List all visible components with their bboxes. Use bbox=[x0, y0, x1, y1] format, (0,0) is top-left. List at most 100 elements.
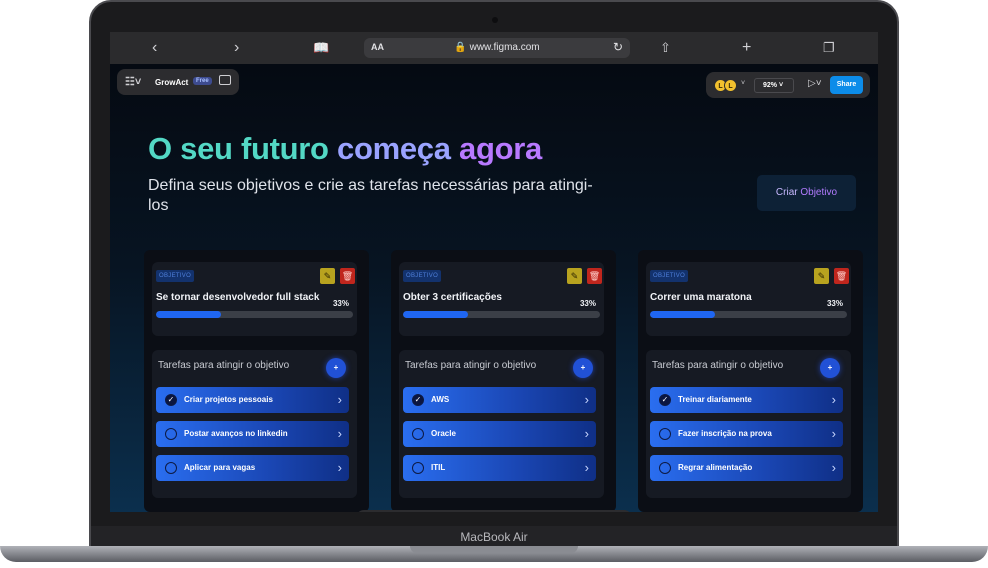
hero-title: O seu futuro começa agora bbox=[148, 131, 542, 167]
progress-bar bbox=[403, 311, 600, 318]
edit-icon[interactable]: ✎ bbox=[320, 268, 335, 284]
empty-circle-icon[interactable] bbox=[165, 428, 177, 440]
panel-toggle-icon[interactable] bbox=[219, 75, 231, 85]
task-item[interactable]: Postar avanços no linkedin › bbox=[156, 421, 349, 447]
objective-summary: OBJETIVO ✎ 🗑 Se tornar desenvolvedor ful… bbox=[152, 262, 357, 336]
device-label: MacBook Air bbox=[91, 526, 897, 548]
task-item[interactable]: ✓ Treinar diariamente › bbox=[650, 387, 843, 413]
progress-fill bbox=[403, 311, 468, 318]
objective-summary: OBJETIVO ✎ 🗑 Correr uma maratona 33% bbox=[646, 262, 851, 336]
address-bar[interactable]: AA 🔒 www.figma.com ↻ bbox=[364, 38, 630, 58]
delete-icon[interactable]: 🗑 bbox=[587, 268, 602, 284]
present-play-icon[interactable]: ▷˅ bbox=[808, 78, 822, 89]
file-name: GrowAct bbox=[155, 78, 189, 87]
chevron-right-icon[interactable]: › bbox=[338, 426, 342, 441]
add-task-button[interactable]: + bbox=[820, 358, 840, 378]
chevron-down-icon[interactable]: ˅ bbox=[741, 80, 745, 87]
progress-fill bbox=[650, 311, 715, 318]
figma-menu-icon[interactable]: ☷˅ bbox=[125, 75, 141, 88]
url-text: 🔒 www.figma.com bbox=[454, 42, 540, 53]
zoom-select[interactable]: 92% ˅ bbox=[754, 78, 794, 93]
checked-circle-icon[interactable]: ✓ bbox=[412, 394, 424, 406]
chevron-right-icon[interactable]: › bbox=[585, 426, 589, 441]
delete-icon[interactable]: 🗑 bbox=[340, 268, 355, 284]
avatar[interactable]: L bbox=[724, 79, 737, 92]
chevron-right-icon[interactable]: › bbox=[832, 460, 836, 475]
share-icon[interactable]: ⇧ bbox=[660, 39, 671, 57]
task-label: Aplicar para vagas bbox=[184, 463, 256, 472]
laptop-frame: ‹ › 📖 AA 🔒 www.figma.com ↻ ⇧ + ❐ ☷˅ Grow… bbox=[0, 0, 988, 568]
task-item[interactable]: Fazer inscrição na prova › bbox=[650, 421, 843, 447]
empty-circle-icon[interactable] bbox=[412, 428, 424, 440]
task-item[interactable]: ITIL › bbox=[403, 455, 596, 481]
back-icon[interactable]: ‹ bbox=[152, 39, 157, 57]
hero-subtitle: Defina seus objetivos e crie as tarefas … bbox=[148, 177, 593, 214]
task-item[interactable]: ✓ AWS › bbox=[403, 387, 596, 413]
tasks-panel: Tarefas para atingir o objetivo + ✓ AWS … bbox=[399, 350, 604, 498]
browser-toolbar: ‹ › 📖 AA 🔒 www.figma.com ↻ ⇧ + ❐ bbox=[110, 32, 878, 64]
objective-tag: OBJETIVO bbox=[403, 270, 442, 282]
progress-percent: 33% bbox=[826, 299, 843, 308]
chevron-right-icon[interactable]: › bbox=[832, 392, 836, 407]
edit-icon[interactable]: ✎ bbox=[567, 268, 582, 284]
chevron-right-icon[interactable]: › bbox=[832, 426, 836, 441]
hero-title-part: agora bbox=[459, 131, 542, 166]
forward-icon[interactable]: › bbox=[234, 39, 239, 57]
zoom-value: 92% bbox=[763, 82, 778, 89]
task-item[interactable]: Aplicar para vagas › bbox=[156, 455, 349, 481]
book-icon[interactable]: 📖 bbox=[313, 39, 329, 57]
progress-percent: 33% bbox=[332, 299, 349, 308]
checked-circle-icon[interactable]: ✓ bbox=[659, 394, 671, 406]
chevron-right-icon[interactable]: › bbox=[338, 460, 342, 475]
laptop-notch bbox=[410, 546, 578, 553]
task-label: AWS bbox=[431, 395, 450, 404]
hero-title-part: começa bbox=[337, 131, 451, 166]
task-item[interactable]: Oracle › bbox=[403, 421, 596, 447]
objective-card: OBJETIVO ✎ 🗑 Se tornar desenvolvedor ful… bbox=[144, 250, 369, 512]
url-value: www.figma.com bbox=[469, 42, 540, 53]
tasks-header: Tarefas para atingir o objetivo bbox=[405, 360, 537, 371]
task-item[interactable]: ✓ Criar projetos pessoais › bbox=[156, 387, 349, 413]
cta-label: Objetivo bbox=[800, 187, 838, 198]
empty-circle-icon[interactable] bbox=[659, 428, 671, 440]
chevron-right-icon[interactable]: › bbox=[338, 392, 342, 407]
figma-canvas: ☷˅ GrowAct Free L L ˅ 92% ˅ ▷˅ Share O s… bbox=[110, 64, 878, 512]
hero-title-part: O seu futuro bbox=[148, 131, 329, 166]
share-button[interactable]: Share bbox=[830, 76, 863, 94]
objective-tag: OBJETIVO bbox=[650, 270, 689, 282]
camera bbox=[492, 17, 498, 23]
reload-icon[interactable]: ↻ bbox=[613, 40, 623, 54]
empty-circle-icon[interactable] bbox=[412, 462, 424, 474]
plan-badge: Free bbox=[193, 77, 212, 85]
add-task-button[interactable]: + bbox=[573, 358, 593, 378]
chevron-right-icon[interactable]: › bbox=[585, 392, 589, 407]
task-item[interactable]: Regrar alimentação › bbox=[650, 455, 843, 481]
figma-file-menu[interactable]: ☷˅ GrowAct Free bbox=[117, 69, 239, 95]
checked-circle-icon[interactable]: ✓ bbox=[165, 394, 177, 406]
tasks-header: Tarefas para atingir o objetivo bbox=[158, 360, 290, 371]
delete-icon[interactable]: 🗑 bbox=[834, 268, 849, 284]
empty-circle-icon[interactable] bbox=[165, 462, 177, 474]
tabs-overview-icon[interactable]: ❐ bbox=[823, 39, 835, 57]
task-label: Fazer inscrição na prova bbox=[678, 429, 772, 438]
add-task-button[interactable]: + bbox=[326, 358, 346, 378]
figma-top-right-bar: L L ˅ 92% ˅ ▷˅ Share bbox=[706, 72, 870, 98]
objective-title: Correr uma maratona bbox=[650, 292, 752, 303]
task-label: Regrar alimentação bbox=[678, 463, 753, 472]
task-label: Treinar diariamente bbox=[678, 395, 752, 404]
objective-title: Obter 3 certificações bbox=[403, 292, 502, 303]
create-objective-button[interactable]: Criar Objetivo bbox=[757, 175, 856, 211]
empty-circle-icon[interactable] bbox=[659, 462, 671, 474]
tasks-header: Tarefas para atingir o objetivo bbox=[652, 360, 784, 371]
chevron-right-icon[interactable]: › bbox=[585, 460, 589, 475]
objective-summary: OBJETIVO ✎ 🗑 Obter 3 certificações 33% bbox=[399, 262, 604, 336]
progress-bar bbox=[650, 311, 847, 318]
figma-tools-bar: ➦ ˅ # ˅ ▢ ˅ ✎ ˅ T ◯ ∷ ✿ ▦ </> bbox=[356, 510, 632, 512]
objective-tag: OBJETIVO bbox=[156, 270, 195, 282]
task-label: ITIL bbox=[431, 463, 446, 472]
objective-card: OBJETIVO ✎ 🗑 Obter 3 certificações 33% T… bbox=[391, 250, 616, 512]
new-tab-icon[interactable]: + bbox=[742, 39, 751, 57]
progress-bar bbox=[156, 311, 353, 318]
screen: ‹ › 📖 AA 🔒 www.figma.com ↻ ⇧ + ❐ ☷˅ Grow… bbox=[110, 32, 878, 512]
edit-icon[interactable]: ✎ bbox=[814, 268, 829, 284]
